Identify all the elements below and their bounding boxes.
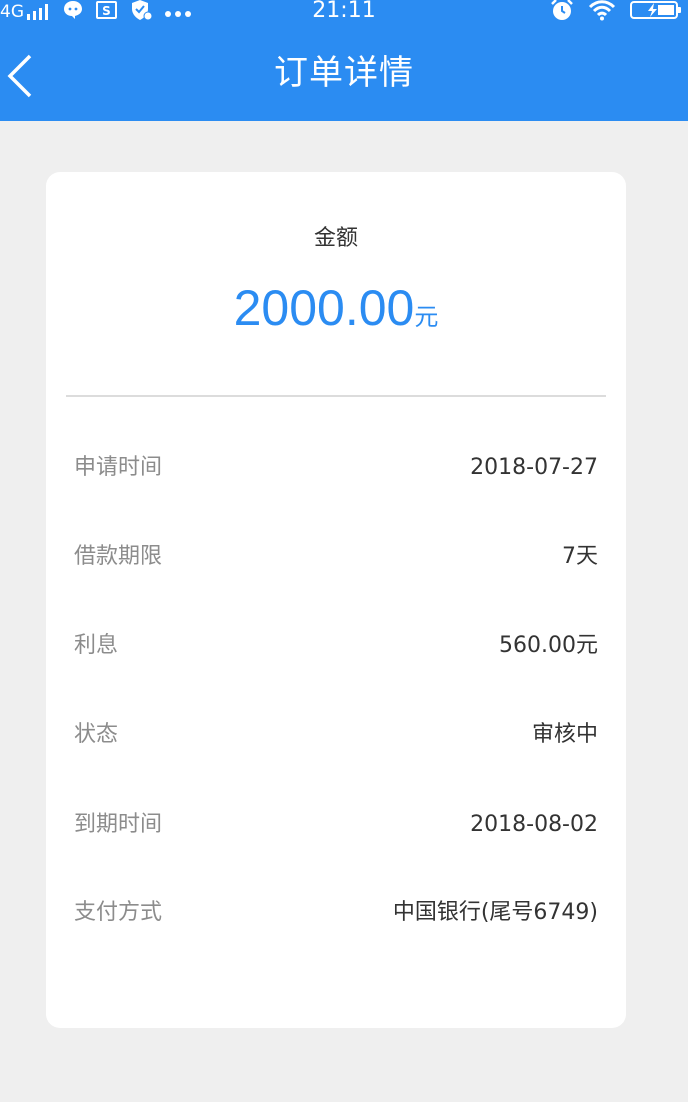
- detail-label: 到期时间: [74, 812, 163, 837]
- amount-value: 2000.00: [233, 280, 415, 336]
- status-value: 审核中: [531, 722, 598, 747]
- detail-value: 2018-07-27: [470, 455, 598, 480]
- divider: [66, 395, 606, 397]
- detail-row-apply-time: 申请时间 2018-07-27: [74, 448, 598, 488]
- detail-label: 借款期限: [74, 544, 163, 569]
- battery-icon: [630, 0, 682, 24]
- order-detail-card: 金额 2000.00元 申请时间 2018-07-27 借款期限 7天 利息 5…: [46, 172, 626, 1028]
- detail-label: 状态: [74, 722, 119, 747]
- detail-value: 7天: [562, 544, 598, 569]
- wifi-icon: [588, 0, 616, 25]
- detail-value: 中国银行(尾号6749): [392, 900, 598, 925]
- detail-label: 利息: [74, 633, 119, 658]
- page-title: 订单详情: [274, 53, 414, 93]
- detail-row-interest: 利息 560.00元: [74, 626, 598, 666]
- amount-label: 金额: [313, 226, 358, 251]
- amount-display: 2000.00元: [46, 278, 626, 347]
- detail-row-due-date: 到期时间 2018-08-02: [74, 805, 598, 845]
- detail-value: 560.00元: [499, 633, 598, 658]
- detail-value: 2018-08-02: [470, 812, 598, 837]
- status-bar-right: [536, 0, 682, 24]
- detail-label: 申请时间: [74, 455, 163, 480]
- detail-row-loan-term: 借款期限 7天: [74, 537, 598, 577]
- detail-row-payment-method: 支付方式 中国银行(尾号6749): [74, 893, 598, 933]
- detail-label: 支付方式: [74, 900, 163, 925]
- detail-row-status: 状态 审核中: [74, 715, 598, 755]
- app-header: 4G S 21:11 订单详情: [0, 0, 688, 121]
- amount-unit: 元: [414, 303, 439, 331]
- alarm-icon: [550, 0, 574, 25]
- status-bar: 4G S 21:11: [0, 0, 688, 24]
